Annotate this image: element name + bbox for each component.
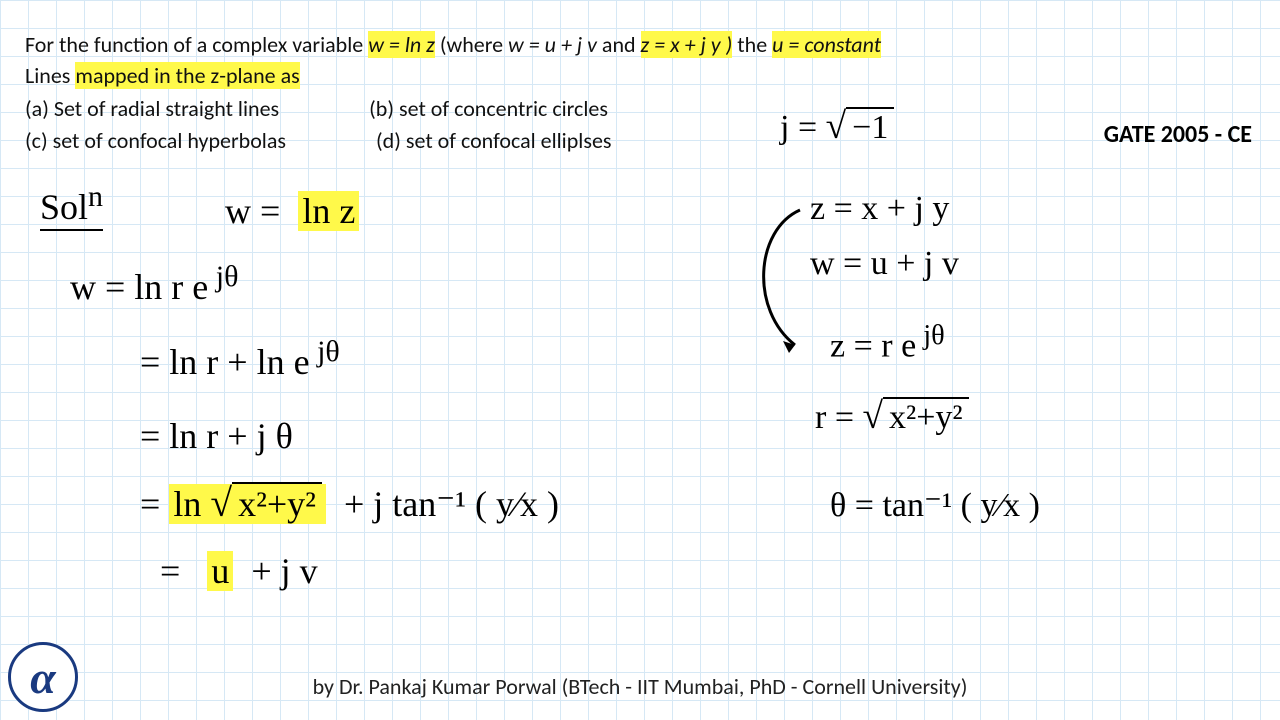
theta-def: θ = tan⁻¹ ( y⁄x ) <box>830 485 1040 525</box>
options-row1: (a) Set of radial straight lines (b) set… <box>25 94 1255 125</box>
eq-lnr-jtheta: = ln r + j θ <box>140 415 293 457</box>
q-hl-mapped: mapped in the z-plane as <box>75 62 299 89</box>
lnz-hl: ln z <box>298 191 359 231</box>
z-polar: z = r e jθ <box>830 320 945 365</box>
w-def: w = u + j v <box>810 245 959 283</box>
eq6-jv: + j v <box>251 551 317 591</box>
eq-u-jv: = u + j v <box>160 550 318 592</box>
sqrt-x2y2: x²+y² <box>210 480 322 526</box>
eq5-sign: = <box>140 484 160 524</box>
eq-ln-sqrt: = ln x²+y² + j tan⁻¹ ( y⁄x ) <box>140 480 559 526</box>
line3a-exp: jθ <box>310 335 340 368</box>
z-def: z = x + j y <box>810 190 949 228</box>
solution-label: Soln <box>40 180 103 228</box>
question-block: For the function of a complex variable w… <box>0 0 1280 187</box>
zpolar-exp: jθ <box>916 320 945 351</box>
zpolar-text: z = r e <box>830 327 916 364</box>
line2: w = ln r e <box>70 267 208 307</box>
option-c: (c) set of confocal hyperbolas <box>25 126 286 157</box>
line3a: = ln r + ln e <box>140 342 310 382</box>
line2-exp: jθ <box>208 260 238 293</box>
eq-w-lnre: w = ln r e jθ <box>70 260 239 308</box>
q-hl-wlnz: w = ln z <box>368 31 435 58</box>
q-text: For the function of a complex variable <box>25 31 368 58</box>
sqrt-x2y2-r: x²+y² <box>863 395 969 438</box>
curved-arrow-icon <box>740 200 810 360</box>
footer-credit: by Dr. Pankaj Kumar Porwal (BTech - IIT … <box>0 673 1280 700</box>
q-hl-zxy: z = x + j y ) <box>641 31 733 58</box>
eq6-u: u <box>207 551 233 591</box>
eq5-tan: + j tan⁻¹ ( y⁄x ) <box>344 484 559 524</box>
eq5-ln: ln <box>173 484 210 524</box>
eq-lnr-lne: = ln r + ln e jθ <box>140 335 340 383</box>
q-hl-uconst: u = constant <box>772 31 881 58</box>
rdef-text: r = <box>815 399 854 436</box>
w-eq: w = <box>225 191 280 231</box>
option-d: (d) set of confocal elliplses <box>376 126 611 157</box>
question-line2: Lines mapped in the z-plane as <box>25 61 1255 92</box>
option-b: (b) set of concentric circles <box>369 94 608 125</box>
q-text: the <box>732 31 772 58</box>
soln-text: Sol <box>40 187 88 227</box>
option-a: (a) Set of radial straight lines <box>25 94 279 125</box>
q-text: (where <box>435 31 508 58</box>
eq6-sign: = <box>160 551 180 591</box>
question-line1: For the function of a complex variable w… <box>25 30 1255 61</box>
q-text: and <box>597 31 641 58</box>
r-def: r = x²+y² <box>815 395 969 438</box>
alpha-logo: α <box>8 642 78 712</box>
eq-w-lnz: w = ln z <box>225 190 359 232</box>
q-text: Lines <box>25 62 75 89</box>
options-row2: (c) set of confocal hyperbolas (d) set o… <box>25 126 1255 157</box>
q-ital: w = u + j v <box>508 31 597 58</box>
